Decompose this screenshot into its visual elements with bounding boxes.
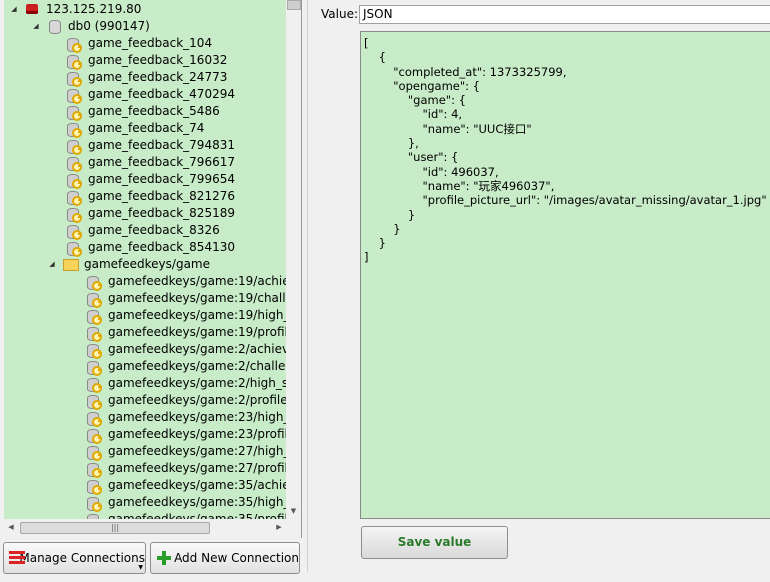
key-icon	[86, 308, 102, 325]
key-icon	[86, 325, 102, 342]
key-label: game_feedback_5486	[88, 104, 220, 118]
value-label: Value:	[321, 7, 358, 21]
folder-key-label: gamefeedkeys/game:19/profile_	[108, 325, 286, 339]
key-tree[interactable]: ◢ 123.125.219.80 ◢ db0 (990147) game_feedbac…	[4, 0, 286, 519]
key-label: game_feedback_821276	[88, 189, 235, 203]
folder-key-label: gamefeedkeys/game:35/achieve	[108, 478, 286, 492]
menu-icon	[9, 551, 25, 565]
database-label: db0 (990147)	[68, 19, 150, 33]
key-label: game_feedback_24773	[88, 70, 228, 84]
folder-label: gamefeedkeys/game	[84, 257, 210, 271]
key-icon	[86, 410, 102, 427]
key-icon	[86, 495, 102, 512]
key-label: game_feedback_799654	[88, 172, 235, 186]
key-label: game_feedback_74	[88, 121, 205, 135]
plus-icon	[157, 551, 171, 565]
key-icon	[66, 138, 82, 155]
key-icon	[86, 359, 102, 376]
key-label: game_feedback_470294	[88, 87, 235, 101]
value-format-select[interactable]: JSON	[359, 5, 770, 24]
key-icon	[66, 70, 82, 87]
value-editor[interactable]: [ { "completed_at": 1373325799, "opengam…	[360, 31, 770, 519]
key-icon	[86, 427, 102, 444]
tree-horizontal-scrollbar[interactable]: ◀ ||| ▶	[4, 519, 286, 536]
add-new-connection-label: Add New Connection	[174, 551, 299, 565]
expanded-arrow-icon[interactable]: ◢	[48, 256, 56, 273]
key-icon	[86, 461, 102, 478]
key-label: game_feedback_8326	[88, 223, 220, 237]
folder-key-label: gamefeedkeys/game:27/profile_	[108, 461, 286, 475]
key-icon	[66, 36, 82, 53]
key-icon	[86, 478, 102, 495]
database-icon	[49, 20, 61, 34]
folder-icon	[63, 259, 79, 271]
folder-key-label: gamefeedkeys/game:27/high_sc	[108, 444, 286, 458]
key-icon	[66, 172, 82, 189]
folder-key-label: gamefeedkeys/game:19/achieve	[108, 274, 286, 288]
key-icon	[66, 206, 82, 223]
folder-key-label: gamefeedkeys/game:23/high_sc	[108, 410, 286, 424]
key-icon	[66, 104, 82, 121]
key-icon	[66, 87, 82, 104]
server-icon	[26, 4, 38, 14]
value-editor-content[interactable]: [ { "completed_at": 1373325799, "opengam…	[361, 32, 770, 265]
key-icon	[86, 274, 102, 291]
manage-connections-label: Manage Connections	[19, 551, 145, 565]
expanded-arrow-icon[interactable]: ◢	[10, 1, 18, 18]
scroll-thumb[interactable]	[287, 0, 301, 10]
folder-key-label: gamefeedkeys/game:19/high_sc	[108, 308, 286, 322]
key-icon	[66, 121, 82, 138]
scroll-down-arrow-icon[interactable]: ▼	[286, 504, 301, 519]
manage-connections-button[interactable]: Manage Connections ▼	[3, 542, 146, 574]
key-label: game_feedback_16032	[88, 53, 228, 67]
tree-vertical-scrollbar[interactable]: ▲ ▼	[286, 0, 301, 519]
folder-key-label: gamefeedkeys/game:35/high_sc	[108, 495, 286, 509]
scroll-thumb-horizontal[interactable]: |||	[20, 522, 210, 534]
key-label: game_feedback_104	[88, 36, 213, 50]
folder-key-label: gamefeedkeys/game:35/profile	[108, 512, 286, 519]
folder-key-label: gamefeedkeys/game:23/profile_	[108, 427, 286, 441]
folder-key-label: gamefeedkeys/game:2/profile_p	[108, 393, 286, 407]
key-label: game_feedback_794831	[88, 138, 235, 152]
folder-key-label: gamefeedkeys/game:19/challen	[108, 291, 286, 305]
key-icon	[86, 376, 102, 393]
dropdown-arrow-icon: ▼	[138, 564, 143, 571]
key-icon	[66, 223, 82, 240]
key-icon	[86, 512, 102, 519]
key-icon	[86, 444, 102, 461]
folder-key-label: gamefeedkeys/game:2/high_sco	[108, 376, 286, 390]
key-icon	[66, 189, 82, 206]
add-new-connection-button[interactable]: Add New Connection	[150, 542, 300, 574]
key-label: game_feedback_854130	[88, 240, 235, 254]
key-label: game_feedback_796617	[88, 155, 235, 169]
folder-key-label: gamefeedkeys/game:2/achiever	[108, 342, 286, 356]
expanded-arrow-icon[interactable]: ◢	[32, 18, 40, 35]
folder-key-label: gamefeedkeys/game:2/challeng	[108, 359, 286, 373]
server-label: 123.125.219.80	[46, 2, 142, 16]
key-icon	[66, 240, 82, 257]
key-icon	[86, 291, 102, 308]
key-icon	[66, 53, 82, 70]
key-icon	[86, 342, 102, 359]
connections-panel: ◢ 123.125.219.80 ◢ db0 (990147) game_feedbac…	[0, 0, 302, 538]
key-icon	[86, 393, 102, 410]
key-icon	[66, 155, 82, 172]
save-value-button[interactable]: Save value	[361, 526, 508, 559]
scroll-right-arrow-icon[interactable]: ▶	[272, 519, 286, 536]
scroll-left-arrow-icon[interactable]: ◀	[4, 519, 18, 536]
value-panel: Value: JSON [ { "completed_at": 13733257…	[307, 0, 770, 572]
key-label: game_feedback_825189	[88, 206, 235, 220]
